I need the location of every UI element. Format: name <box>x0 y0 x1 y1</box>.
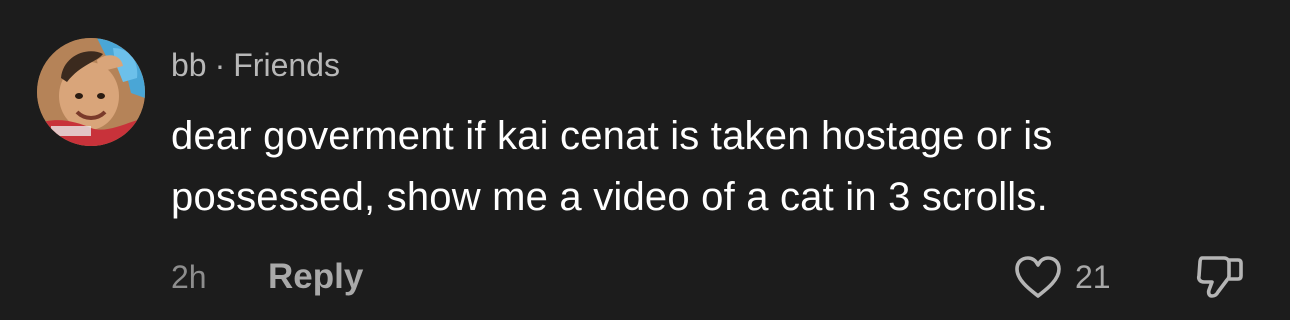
like-count: 21 <box>1075 259 1111 295</box>
dislike-button[interactable] <box>1194 252 1246 304</box>
header-separator: · <box>214 47 226 83</box>
comment-header: bb · Friends <box>171 45 340 85</box>
avatar[interactable] <box>37 38 145 146</box>
comment-item: bb · Friends dear goverment if kai cenat i… <box>0 0 1290 320</box>
reply-button[interactable]: Reply <box>268 256 363 298</box>
relation-label: Friends <box>233 47 340 83</box>
heart-outline-icon <box>1013 255 1063 299</box>
thumbs-down-outline-icon <box>1194 256 1246 308</box>
timestamp: 2h <box>171 259 207 295</box>
username[interactable]: bb <box>171 47 207 83</box>
like-button[interactable]: 21 <box>1013 253 1111 301</box>
comment-text: dear goverment if kai cenat is taken hos… <box>171 114 1053 219</box>
